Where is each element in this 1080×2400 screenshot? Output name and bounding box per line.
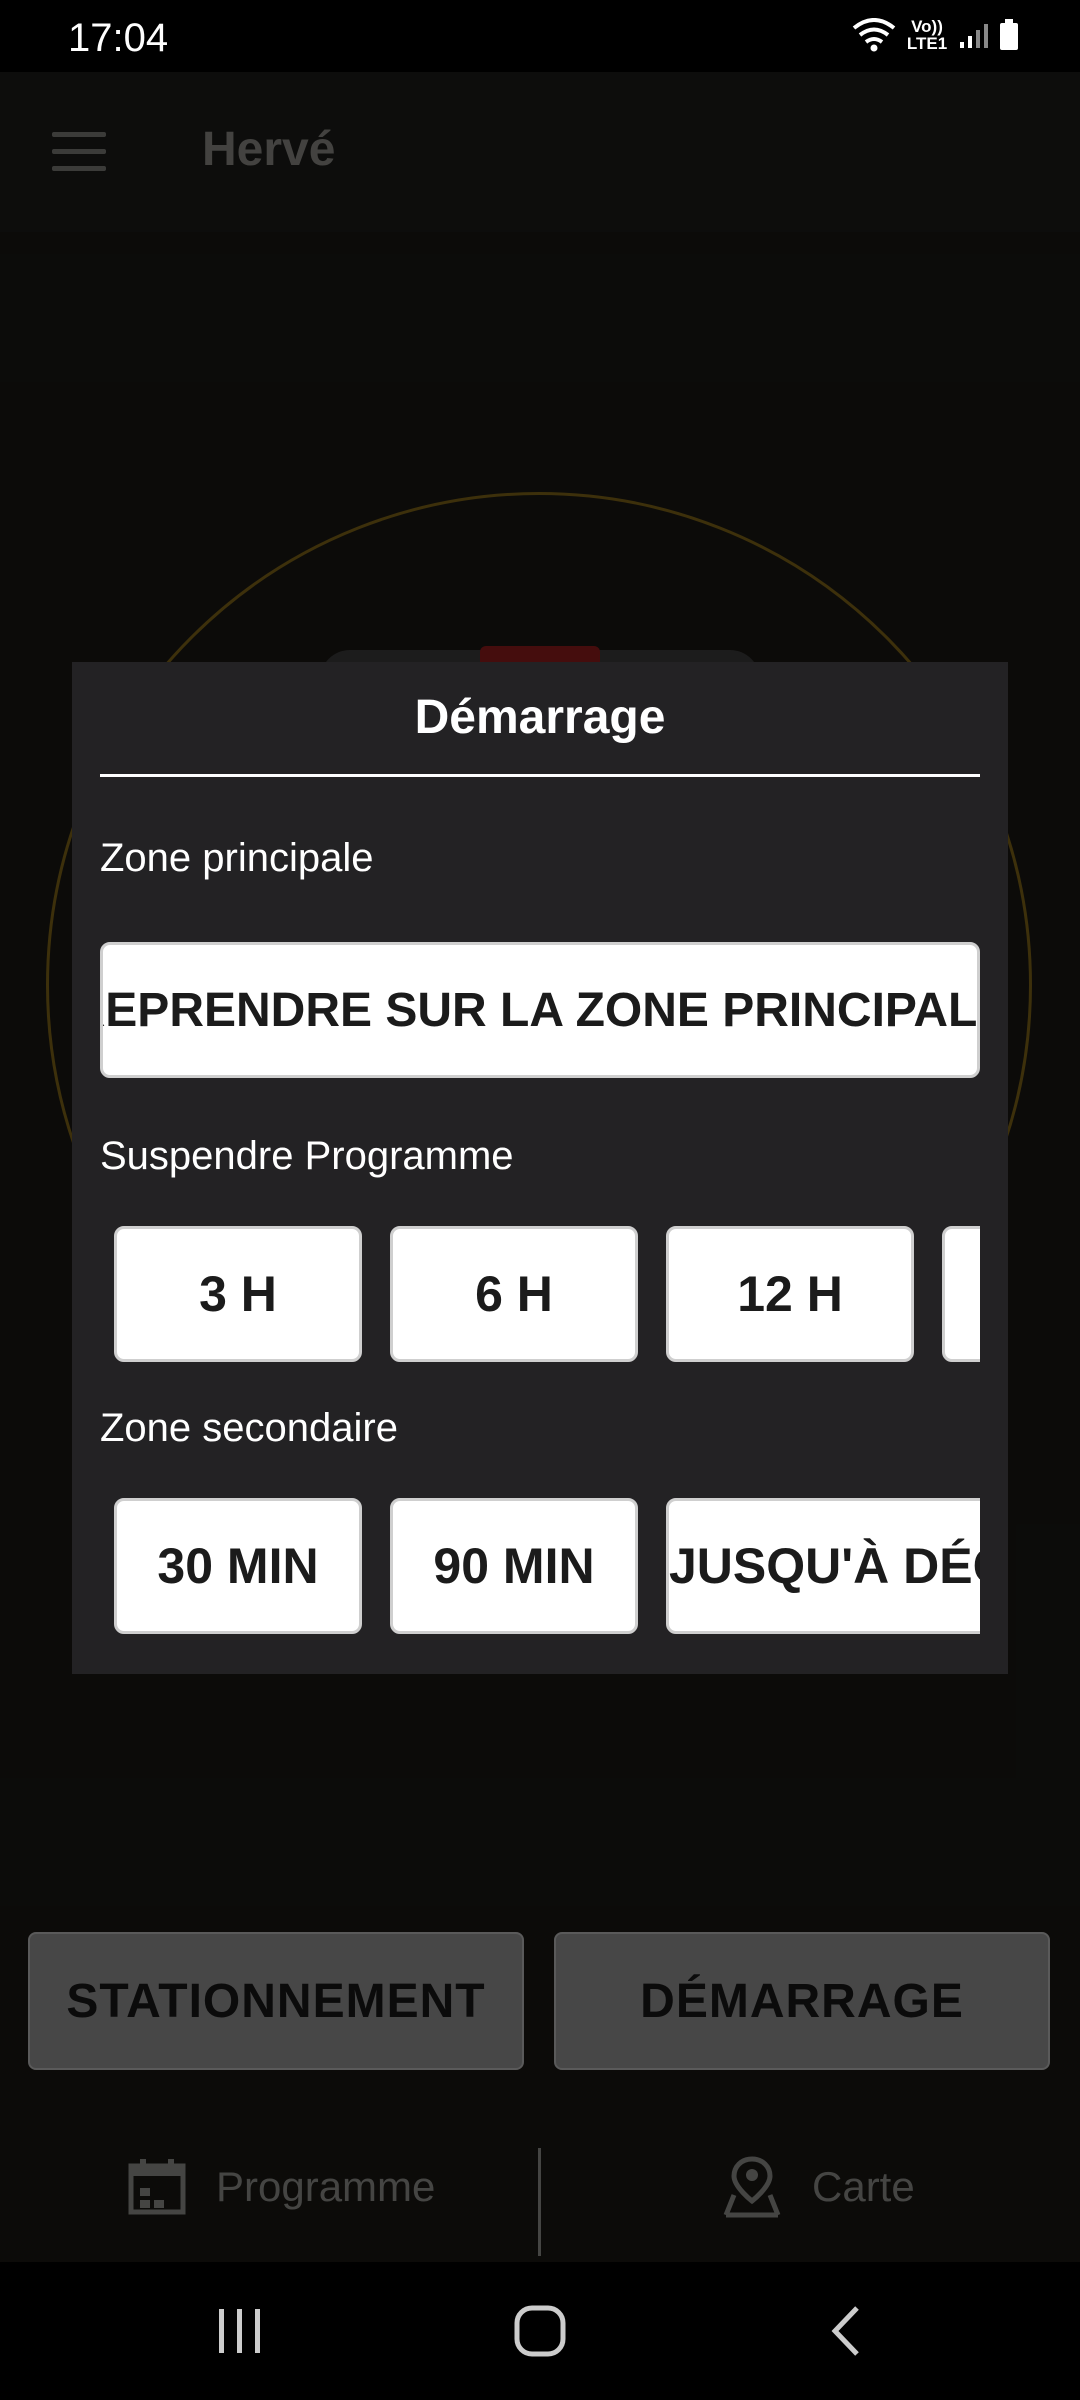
volte-label: Vo)) bbox=[911, 17, 943, 36]
resume-main-zone-button[interactable]: REPRENDRE SUR LA ZONE PRINCIPALE bbox=[100, 942, 980, 1078]
suspend-schedule-label: Suspendre Programme bbox=[100, 1134, 514, 1178]
main-zone-label: Zone principale bbox=[100, 836, 374, 880]
wifi-icon bbox=[852, 18, 896, 52]
recent-apps-icon[interactable] bbox=[190, 2262, 290, 2400]
network-type-label: Vo)) LTE1 bbox=[906, 18, 948, 52]
secondary-until-charge-button[interactable]: JUSQU'À DÉCH bbox=[666, 1498, 980, 1634]
dialog-divider bbox=[100, 774, 980, 777]
back-icon[interactable] bbox=[795, 2262, 895, 2400]
lte-label: LTE1 bbox=[906, 34, 948, 53]
suspend-options-row[interactable]: 3 H 6 H 12 H bbox=[100, 1226, 980, 1366]
start-dialog: Démarrage Zone principale REPRENDRE SUR … bbox=[72, 662, 1008, 1674]
battery-icon bbox=[1000, 19, 1018, 50]
dialog-title: Démarrage bbox=[414, 691, 666, 744]
status-bar: 17:04 Vo)) LTE1 bbox=[0, 0, 1080, 72]
system-nav-bar bbox=[0, 2262, 1080, 2400]
signal-icon bbox=[960, 24, 988, 48]
suspend-12h-button[interactable]: 12 H bbox=[666, 1226, 914, 1362]
secondary-30min-button[interactable]: 30 MIN bbox=[114, 1498, 362, 1634]
secondary-90min-button[interactable]: 90 MIN bbox=[390, 1498, 638, 1634]
secondary-options-row[interactable]: 30 MIN 90 MIN JUSQU'À DÉCH bbox=[100, 1498, 980, 1638]
status-time: 17:04 bbox=[68, 16, 169, 60]
status-icons: Vo)) LTE1 bbox=[852, 18, 1020, 52]
suspend-3h-button[interactable]: 3 H bbox=[114, 1226, 362, 1362]
home-icon[interactable] bbox=[490, 2262, 590, 2400]
suspend-more-button[interactable] bbox=[942, 1226, 980, 1362]
suspend-6h-button[interactable]: 6 H bbox=[390, 1226, 638, 1362]
secondary-zone-label: Zone secondaire bbox=[100, 1406, 398, 1450]
